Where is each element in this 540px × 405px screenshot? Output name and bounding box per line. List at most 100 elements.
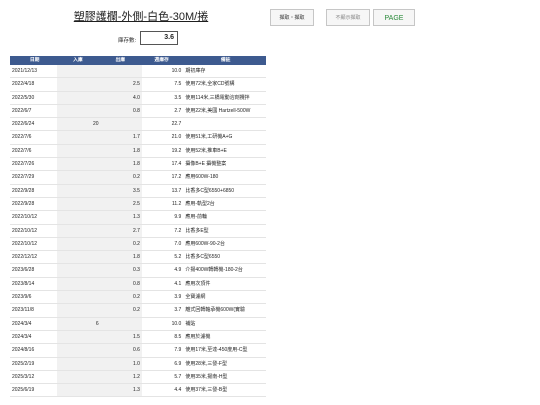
table-row[interactable]: 2022/10/12 2.7 7.2 比香多E型 [10, 224, 266, 238]
row-out: 0.2 [100, 304, 142, 317]
page-button[interactable]: PAGE [373, 9, 415, 26]
table-row[interactable]: 2022/6/7 0.8 2.7 使用22米,美國 Hartzell-500W [10, 104, 266, 119]
row-date: 2023/9/6 [12, 294, 32, 301]
row-balance: 5.7 [174, 373, 182, 380]
row-out: 1.8 [100, 144, 142, 158]
row-out: 0.6 [100, 344, 142, 357]
row-in [57, 330, 101, 344]
table-row[interactable]: 2023/9/6 0.2 3.9 全寶濾網 [10, 291, 266, 305]
row-date: 2021/12/13 [12, 68, 38, 74]
row-note: 比香多E型 [185, 227, 209, 234]
row-date: 2022/7/6 [12, 147, 32, 154]
row-date: 2023/11/8 [12, 307, 34, 314]
row-note: 使用52米,推車B+E [185, 147, 227, 154]
row-in [57, 91, 101, 104]
row-in [57, 197, 101, 211]
row-note: 應用-前輪 [185, 214, 207, 221]
row-note: 期初庫存 [185, 68, 206, 74]
table-row[interactable]: 2024/3/4 6 10.0 補貼 [10, 317, 266, 331]
stock-label: 庫存數: [118, 38, 137, 44]
row-note: 使用51米,工研機A+G [185, 134, 233, 141]
row-balance: 13.7 [171, 187, 182, 194]
row-date: 2024/3/4 [12, 333, 32, 340]
row-out: 0.2 [100, 291, 142, 304]
row-date: 2025/2/19 [12, 360, 35, 367]
table-row[interactable]: 2023/8/14 0.8 4.1 應用次頂件 [10, 277, 266, 292]
row-date: 2022/9/28 [12, 200, 35, 207]
row-balance: 3.7 [174, 307, 182, 314]
table-row[interactable]: 2025/3/12 1.2 5.7 使用35米,揚南-H型 [10, 370, 266, 385]
row-in [57, 65, 101, 78]
row-date: 2022/6/24 [12, 121, 35, 128]
table-row[interactable]: 2022/9/28 3.5 13.7 比香多C型6550+6850 [10, 184, 266, 198]
table-row[interactable]: 2021/12/13 10.0 期初庫存 [10, 65, 266, 79]
row-out: 1.0 [100, 357, 142, 370]
row-in [57, 344, 101, 357]
stock-value-field[interactable]: 3.6 [140, 31, 178, 45]
row-date: 2025/6/19 [12, 387, 35, 394]
row-note: 比香多C型6550 [185, 254, 221, 261]
row-date: 2022/12/12 [12, 254, 38, 261]
row-in [57, 291, 101, 304]
row-out: 2.5 [100, 78, 142, 91]
row-out: 1.3 [100, 211, 142, 224]
row-date: 2022/9/28 [12, 187, 35, 194]
table-row[interactable]: 2022/7/29 0.2 17.2 應用600W-180 [10, 171, 266, 185]
table-row[interactable]: 2023/6/28 0.3 4.9 介揚400W轉轉機-180-2台 [10, 264, 266, 278]
row-date: 2022/4/18 [12, 81, 35, 88]
table-row[interactable]: 2025/6/19 1.3 4.4 使用37米,三發-B型 [10, 384, 266, 398]
row-in [57, 224, 101, 237]
row-in [57, 384, 101, 397]
col-date-header: 日期 [29, 58, 40, 63]
row-out: 1.8 [100, 251, 142, 264]
row-out: 1.5 [100, 330, 142, 344]
row-balance: 2.7 [174, 107, 182, 114]
row-out [100, 65, 142, 78]
row-note: 使用114米,三橋電動溶劑攪拌 [185, 94, 250, 101]
inventory-table: 日期 入庫 出庫 週庫存 備註 2021/12/13 10.0 期初庫存 2022/4… [10, 56, 266, 398]
row-balance: 4.1 [174, 280, 182, 287]
table-row[interactable]: 2022/7/6 1.7 21.0 使用51米,工研機A+G [10, 131, 266, 145]
row-note: 使用22米,美國 Hartzell-500W [185, 107, 251, 114]
row-balance: 6.9 [174, 360, 182, 367]
row-balance: 7.9 [174, 347, 182, 354]
row-note [183, 118, 266, 130]
hide-capture-button[interactable]: 不顯示擷取 [326, 9, 370, 26]
row-in [57, 184, 101, 197]
row-out [100, 118, 142, 131]
table-row[interactable]: 2023/11/8 0.2 3.7 離式回轉軸承機600W(實驗 [10, 304, 266, 318]
row-date: 2024/3/4 [12, 320, 32, 327]
table-row[interactable]: 2022/5/30 4.0 3.5 使用114米,三橋電動溶劑攪拌 [10, 91, 266, 105]
table-row[interactable]: 2022/12/12 1.8 5.2 比香多C型6550 [10, 251, 266, 265]
table-row[interactable]: 2024/8/16 0.6 7.9 使用17米,至達-450度用-C型 [10, 344, 266, 358]
row-note: 使用35米,揚南-H型 [185, 373, 228, 380]
table-row[interactable]: 2022/10/12 0.2 7.0 應用600W-90-2台 [10, 237, 266, 252]
row-in [57, 370, 101, 384]
row-note: 補貼 [185, 320, 196, 327]
table-row[interactable]: 2022/4/18 2.5 7.5 使用72米,全家CD號構 [10, 78, 266, 92]
table-row[interactable]: 2022/10/12 1.3 9.9 應用-前輪 [10, 211, 266, 225]
table-row[interactable]: 2022/9/28 2.5 11.2 應用-軌型2台 [10, 197, 266, 212]
row-balance: 7.0 [174, 240, 182, 247]
table-row[interactable]: 2024/3/4 1.5 8.5 應用於濾機 [10, 330, 266, 345]
table-row[interactable]: 2022/7/6 1.8 19.2 使用52米,推車B+E [10, 144, 266, 159]
row-balance: 7.2 [174, 227, 182, 234]
row-date: 2024/8/16 [12, 347, 35, 354]
row-in [57, 277, 101, 291]
row-in [57, 357, 101, 370]
row-out: 2.7 [100, 224, 142, 237]
row-out: 1.3 [100, 384, 142, 397]
row-date: 2025/3/12 [12, 373, 35, 380]
table-row[interactable]: 2022/6/24 20 22.7 [10, 118, 266, 132]
row-balance: 7.5 [174, 81, 182, 88]
row-date: 2022/10/12 [12, 214, 38, 221]
col-out-header: 出庫 [115, 58, 126, 63]
capture-button[interactable]: 擷取・擷取 [270, 9, 314, 26]
row-out: 4.0 [100, 91, 142, 104]
row-note: 使用37米,三發-B型 [185, 387, 228, 394]
row-out: 1.8 [100, 158, 142, 171]
table-row[interactable]: 2025/2/19 1.0 6.9 使用28米,三發-F型 [10, 357, 266, 371]
row-note: 使用17米,至達-450度用-C型 [185, 347, 248, 354]
table-row[interactable]: 2022/7/26 1.8 17.4 攝像B+E 攝機整案 [10, 158, 266, 172]
row-out: 0.2 [100, 237, 142, 251]
